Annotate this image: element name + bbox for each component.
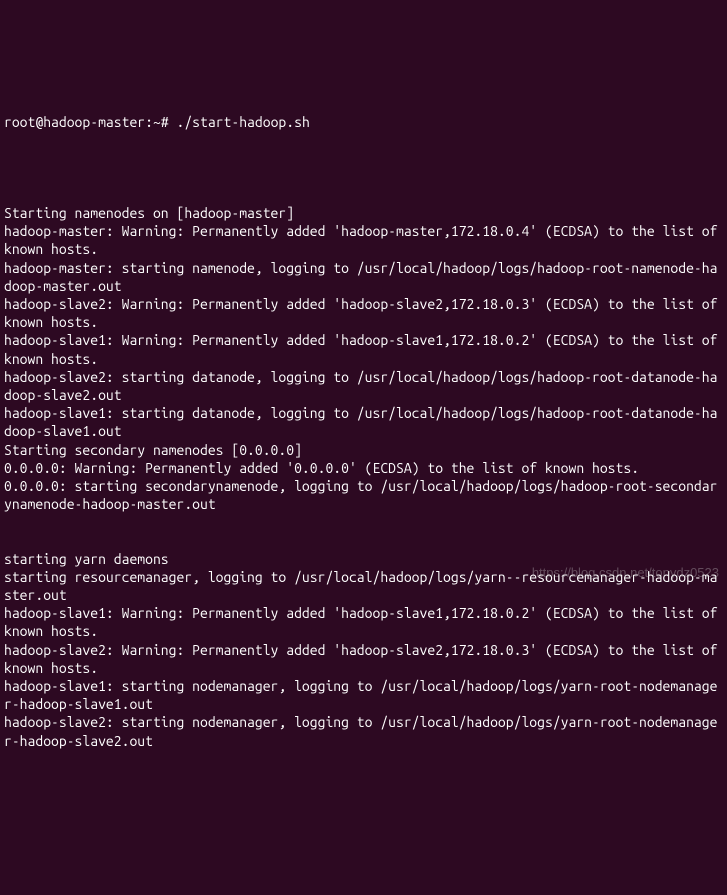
output-line: hadoop-slave1: Warning: Permanently adde… xyxy=(4,604,723,640)
output-line xyxy=(4,513,723,531)
output-line: hadoop-slave2: starting datanode, loggin… xyxy=(4,368,723,404)
output-line: Starting secondary namenodes [0.0.0.0] xyxy=(4,441,723,459)
prompt-line: root@hadoop-master:~# ./start-hadoop.sh xyxy=(4,113,723,131)
output-line: Starting namenodes on [hadoop-master] xyxy=(4,204,723,222)
output-line: hadoop-slave2: Warning: Permanently adde… xyxy=(4,641,723,677)
prompt-path: ~ xyxy=(153,114,161,130)
output-line: hadoop-slave1: Warning: Permanently adde… xyxy=(4,331,723,367)
output-line: hadoop-slave2: Warning: Permanently adde… xyxy=(4,295,723,331)
terminal-output[interactable]: root@hadoop-master:~# ./start-hadoop.sh … xyxy=(4,77,723,768)
prompt-colon: : xyxy=(145,114,153,130)
output-block: Starting namenodes on [hadoop-master]had… xyxy=(4,168,723,750)
output-line xyxy=(4,531,723,549)
command-text: ./start-hadoop.sh xyxy=(177,114,310,130)
output-line: hadoop-slave1: starting datanode, loggin… xyxy=(4,404,723,440)
output-line: 0.0.0.0: Warning: Permanently added '0.0… xyxy=(4,459,723,477)
prompt-user-host: root@hadoop-master xyxy=(4,114,145,130)
watermark: https://blog.csdn.net/tonydz0523 xyxy=(532,565,719,582)
prompt-hash: # xyxy=(161,114,169,130)
output-line: hadoop-slave1: starting nodemanager, log… xyxy=(4,677,723,713)
output-line: hadoop-slave2: starting nodemanager, log… xyxy=(4,713,723,749)
output-line: hadoop-master: Warning: Permanently adde… xyxy=(4,222,723,258)
output-line: hadoop-master: starting namenode, loggin… xyxy=(4,259,723,295)
output-line xyxy=(4,186,723,204)
output-line xyxy=(4,168,723,186)
output-line: 0.0.0.0: starting secondarynamenode, log… xyxy=(4,477,723,513)
